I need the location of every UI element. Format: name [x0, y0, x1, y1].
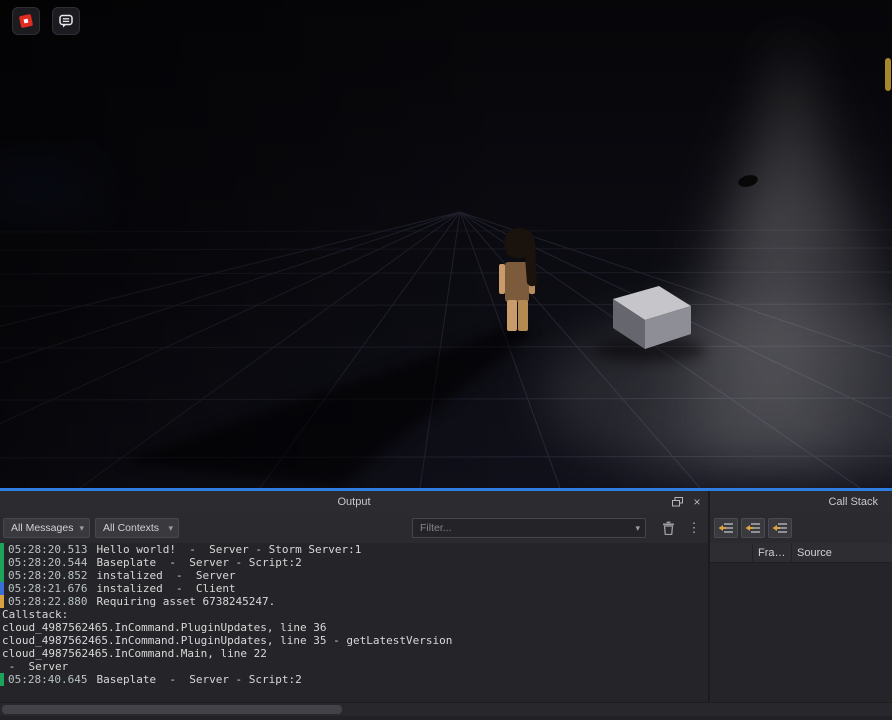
filter-combo[interactable]: ▾ — [412, 518, 646, 538]
log-message: Hello world! - Server - Storm Server:1 — [96, 543, 362, 556]
output-toolbar: All Messages ▾ All Contexts ▾ ▾ ⋮ — [0, 513, 708, 543]
log-message: cloud_4987562465.InCommand.PluginUpdates… — [2, 621, 327, 634]
log-message: Baseplate - Server - Script:2 — [96, 673, 302, 686]
log-message: - Server — [2, 660, 69, 673]
stack-frame-button-3[interactable] — [768, 518, 792, 538]
call-stack-table-header: Fra… Source — [710, 543, 892, 563]
contexts-filter-dropdown[interactable]: All Contexts ▾ — [95, 518, 179, 538]
clear-output-button[interactable] — [658, 518, 678, 538]
log-timestamp: 05:28:20.513 — [8, 543, 88, 556]
output-options-button[interactable]: ⋮ — [684, 518, 704, 538]
log-row[interactable]: cloud_4987562465.InCommand.Main, line 22 — [0, 647, 708, 660]
stack-frame-button-2[interactable] — [741, 518, 765, 538]
call-stack-column-indicator[interactable] — [710, 543, 753, 562]
float-panel-button[interactable] — [670, 495, 684, 509]
light-beam — [540, 35, 892, 482]
stack-frame-icon — [718, 523, 733, 533]
messages-filter-label: All Messages — [11, 522, 74, 534]
log-row[interactable]: 05:28:40.645 Baseplate - Server - Script:… — [0, 673, 708, 686]
roblox-menu-button[interactable] — [12, 7, 40, 35]
messages-filter-dropdown[interactable]: All Messages ▾ — [3, 518, 90, 538]
call-stack-body[interactable] — [710, 543, 892, 702]
log-row[interactable]: Callstack: — [0, 608, 708, 621]
severity-bar — [0, 595, 4, 608]
window-bottom-edge — [0, 716, 892, 720]
severity-bar — [0, 634, 4, 647]
chevron-down-icon: ▾ — [168, 522, 173, 533]
log-timestamp: 05:28:40.645 — [8, 673, 88, 686]
chevron-down-icon: ▾ — [635, 522, 640, 533]
log-message: Requiring asset 6738245247. — [96, 595, 276, 608]
severity-bar — [0, 556, 4, 569]
log-timestamp: 05:28:22.880 — [8, 595, 88, 608]
log-message: instalized - Client — [96, 582, 236, 595]
horizontal-scrollbar-thumb[interactable] — [2, 705, 342, 714]
call-stack-toolbar — [710, 513, 892, 543]
stack-frame-icon — [745, 523, 760, 533]
call-stack-column-source[interactable]: Source — [792, 543, 892, 562]
log-timestamp: 05:28:20.544 — [8, 556, 88, 569]
severity-bar — [0, 647, 4, 660]
log-message: cloud_4987562465.InCommand.Main, line 22 — [2, 647, 267, 660]
viewport-scrollbar-thumb[interactable] — [885, 58, 891, 91]
log-row[interactable]: 05:28:22.880 Requiring asset 6738245247. — [0, 595, 708, 608]
chat-button[interactable] — [52, 7, 80, 35]
log-message: cloud_4987562465.InCommand.PluginUpdates… — [2, 634, 453, 647]
call-stack-panel-title: Call Stack — [828, 496, 878, 508]
viewport-scene[interactable] — [0, 0, 892, 488]
log-timestamp: 05:28:21.676 — [8, 582, 88, 595]
log-message: instalized - Server — [96, 569, 236, 582]
log-row[interactable]: 05:28:20.544 Baseplate - Server - Script:… — [0, 556, 708, 569]
stack-frame-icon — [772, 523, 787, 533]
log-timestamp: 05:28:20.852 — [8, 569, 88, 582]
severity-bar — [0, 608, 4, 621]
log-message: Callstack: — [2, 608, 69, 621]
log-row[interactable]: 05:28:20.513 Hello world! - Server - Stor… — [0, 543, 708, 556]
log-row[interactable]: 05:28:20.852 instalized - Server — [0, 569, 708, 582]
float-window-icon — [671, 497, 683, 507]
chat-icon — [59, 14, 73, 28]
filter-input[interactable] — [413, 522, 630, 534]
severity-bar — [0, 569, 4, 582]
severity-bar — [0, 582, 4, 595]
horizontal-scrollbar[interactable] — [0, 702, 892, 716]
log-message: Baseplate - Server - Script:2 — [96, 556, 302, 569]
close-icon: × — [693, 495, 701, 509]
stack-frame-button-1[interactable] — [714, 518, 738, 538]
call-stack-panel-header[interactable]: Call Stack — [710, 491, 892, 513]
output-panel-title: Output — [337, 496, 371, 508]
log-row[interactable]: - Server — [0, 660, 708, 673]
contexts-filter-label: All Contexts — [103, 522, 160, 534]
roblox-logo-icon — [19, 14, 33, 28]
close-panel-button[interactable]: × — [690, 495, 704, 509]
severity-bar — [0, 543, 4, 556]
chevron-down-icon: ▾ — [79, 522, 84, 533]
part-block[interactable] — [594, 286, 706, 362]
trash-icon — [662, 521, 674, 535]
log-row[interactable]: cloud_4987562465.InCommand.PluginUpdates… — [0, 634, 708, 647]
severity-bar — [0, 673, 4, 686]
output-panel-header[interactable]: Output × — [0, 491, 708, 513]
severity-bar — [0, 660, 4, 673]
call-stack-column-frame[interactable]: Fra… — [753, 543, 792, 562]
output-log[interactable]: 05:28:20.513 Hello world! - Server - Stor… — [0, 543, 708, 702]
severity-bar — [0, 621, 4, 634]
kebab-menu-icon: ⋮ — [687, 520, 701, 535]
roblox-studio-window: Output × Call Stack All Messages ▾ All C… — [0, 0, 892, 720]
log-row[interactable]: cloud_4987562465.InCommand.PluginUpdates… — [0, 621, 708, 634]
log-row[interactable]: 05:28:21.676 instalized - Client — [0, 582, 708, 595]
game-viewport[interactable] — [0, 0, 892, 488]
